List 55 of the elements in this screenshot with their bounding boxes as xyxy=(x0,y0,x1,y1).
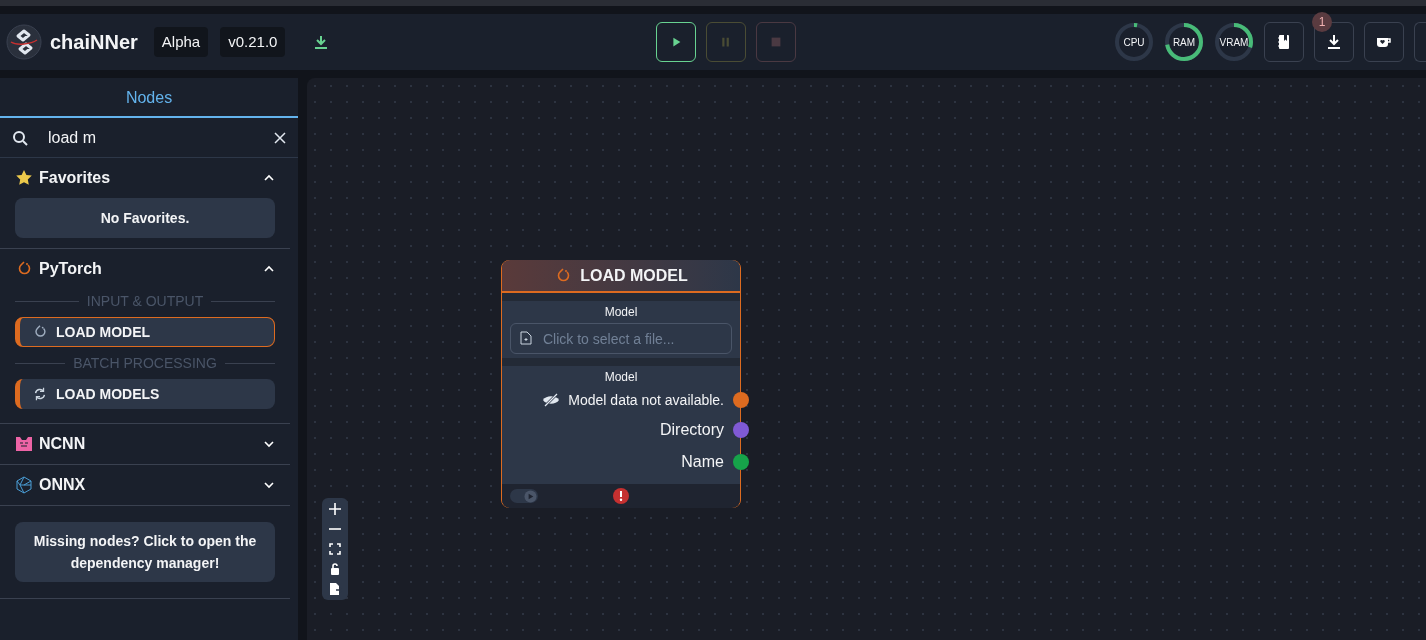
chevron-up-icon xyxy=(263,265,275,273)
node-list-item[interactable]: LOAD MODEL xyxy=(15,317,275,347)
notification-badge: 1 xyxy=(1312,12,1332,32)
input-label: Model xyxy=(603,304,639,321)
export-icon[interactable] xyxy=(328,582,342,596)
nodes-tab[interactable]: Nodes xyxy=(125,86,173,110)
refresh-icon xyxy=(32,386,48,402)
support-button[interactable] xyxy=(1364,22,1404,62)
output-handle[interactable] xyxy=(733,454,749,470)
docs-button[interactable] xyxy=(1264,22,1304,62)
polyhedron-icon xyxy=(15,476,33,494)
output-label: Model xyxy=(603,369,639,386)
chevron-up-icon xyxy=(263,174,275,182)
star-icon xyxy=(15,169,33,187)
close-icon[interactable] xyxy=(274,131,286,144)
usage-gauge: RAM xyxy=(1164,22,1204,62)
download-icon[interactable] xyxy=(313,34,330,50)
pixel-cat-icon xyxy=(15,435,33,453)
stop-icon xyxy=(769,35,783,49)
node-list-item[interactable]: LOAD MODELS xyxy=(15,379,275,409)
file-icon xyxy=(520,331,532,345)
eye-slash-icon xyxy=(542,393,561,407)
search-icon xyxy=(12,129,28,146)
group-heading: BATCH PROCESSING xyxy=(73,353,217,373)
usage-gauge: CPU xyxy=(1114,22,1154,62)
app-title: chaiNNer xyxy=(50,30,138,55)
version-tag: v0.21.0 xyxy=(220,26,286,58)
category-header[interactable]: NCNN xyxy=(0,424,290,464)
lock-icon[interactable] xyxy=(328,562,342,576)
chain-logo-icon xyxy=(6,24,42,60)
output-handle[interactable] xyxy=(733,422,749,438)
usage-gauge: VRAM xyxy=(1214,22,1254,62)
zoom-in-icon[interactable] xyxy=(328,502,342,516)
output-text: Model data not available. xyxy=(568,390,724,410)
search-value: load m xyxy=(48,127,98,148)
chevron-down-icon xyxy=(263,440,275,448)
search-field[interactable]: load m xyxy=(0,118,298,158)
flame-ring-icon xyxy=(32,324,48,340)
category-header[interactable]: PyTorch xyxy=(0,249,290,289)
channel-tag: Alpha xyxy=(153,26,209,58)
category-header[interactable]: ONNX xyxy=(0,465,290,505)
node-header: LOAD MODEL xyxy=(502,260,740,293)
empty-message: No Favorites. xyxy=(15,198,275,238)
file-input-field[interactable]: Click to select a file... xyxy=(510,323,732,354)
group-heading: INPUT & OUTPUT xyxy=(86,291,204,311)
run-button[interactable] xyxy=(656,22,696,62)
output-label: Directory xyxy=(660,420,724,440)
output-handle[interactable] xyxy=(733,392,749,408)
chevron-down-icon xyxy=(263,481,275,489)
dependency-manager-button[interactable]: Missing nodes? Click to open the dependency manager! xyxy=(15,522,275,582)
fit-view-icon[interactable] xyxy=(328,542,342,556)
output-label: Name xyxy=(681,452,724,472)
toggle-switch[interactable] xyxy=(510,489,538,503)
category-header[interactable]: Favorites xyxy=(0,158,290,198)
download-icon xyxy=(1325,33,1343,51)
